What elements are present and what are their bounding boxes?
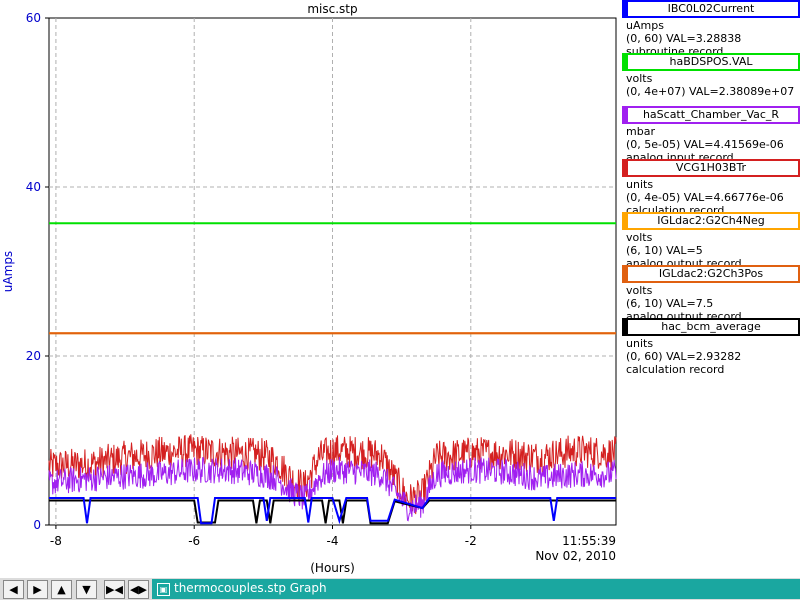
status-bar: ◀ ▶ ▲ ▼ ▶◀ ◀▶ ▣ thermocouples.stp Graph — [0, 578, 800, 600]
y-axis-label: uAmps — [1, 251, 15, 292]
x-tick-label: -4 — [327, 534, 339, 548]
legend-series-name[interactable]: IBC0L02Current — [622, 0, 800, 18]
legend-swatch — [624, 214, 628, 228]
legend-units: units — [626, 178, 654, 191]
scroll-right-button[interactable]: ▶ — [27, 580, 48, 599]
window-icon: ▣ — [157, 583, 170, 596]
legend-units: volts — [626, 72, 653, 85]
legend-entry[interactable]: haScatt_Chamber_Vac_Rmbar (0, 5e-05) VAL=… — [622, 106, 800, 164]
legend-swatch — [624, 161, 628, 175]
x-tick-label: -2 — [465, 534, 477, 548]
taskbar-window-tab[interactable]: ▣ thermocouples.stp Graph — [152, 579, 800, 599]
legend-swatch — [624, 267, 628, 281]
zoom-out-x-button[interactable]: ◀▶ — [128, 580, 149, 599]
x-tick-label: -8 — [50, 534, 62, 548]
legend-series-name[interactable]: haBDSPOS.VAL — [622, 53, 800, 71]
legend-entry[interactable]: IGLdac2:G2Ch3Pos volts (6, 10) VAL=7.5 anal… — [622, 265, 800, 323]
legend-entry[interactable]: haBDSPOS.VAL volts (0, 4e+07) VAL=2.38089e… — [622, 53, 800, 106]
legend-name: VCG1H03BTr — [675, 161, 747, 174]
y-tick-label: 20 — [26, 349, 41, 363]
legend-range: (6, 10) VAL=7.5 — [626, 297, 714, 310]
legend-units: uAmps — [626, 19, 664, 32]
legend-range: (0, 4e+07) VAL=2.38089e+07 — [626, 85, 795, 98]
legend-range: (0, 5e-05) VAL=4.41569e-06 — [626, 138, 784, 151]
legend-series-name[interactable]: VCG1H03BTr — [622, 159, 800, 177]
legend-units: mbar — [626, 125, 655, 138]
legend-range: (6, 10) VAL=5 — [626, 244, 703, 257]
y-tick-label: 0 — [33, 518, 41, 532]
legend-range: (0, 60) VAL=3.28838 — [626, 32, 742, 45]
legend-rtype: calculation record — [626, 363, 725, 376]
legend-entry[interactable]: IGLdac2:G2Ch4Neg volts (6, 10) VAL=5 analog… — [622, 212, 800, 270]
legend-units: volts — [626, 284, 653, 297]
legend-name: IGLdac2:G2Ch3Pos — [658, 267, 764, 280]
legend-name: haScatt_Chamber_Vac_R — [642, 108, 780, 121]
legend-swatch — [624, 320, 628, 334]
time-label: 11:55:39 — [562, 534, 616, 548]
legend-entry[interactable]: VCG1H03BTr units (0, 4e-05) VAL=4.66776e-0… — [622, 159, 800, 217]
legend-range: (0, 60) VAL=2.93282 — [626, 350, 742, 363]
legend-name: IGLdac2:G2Ch4Neg — [657, 214, 765, 227]
legend-name: haBDSPOS.VAL — [669, 55, 753, 68]
legend-entry[interactable]: IBC0L02Current uAmps (0, 60) VAL=3.28838 su… — [622, 0, 800, 58]
legend-series-name[interactable]: hac_bcm_average — [622, 318, 800, 336]
legend-units: units — [626, 337, 654, 350]
scroll-up-button[interactable]: ▲ — [51, 580, 72, 599]
legend-swatch — [624, 108, 628, 122]
legend-swatch — [624, 2, 628, 16]
legend-entry[interactable]: hac_bcm_averageunits (0, 60) VAL=2.93282 c… — [622, 318, 800, 376]
legend-name: hac_bcm_average — [661, 320, 761, 333]
legend-name: IBC0L02Current — [667, 2, 755, 15]
zoom-in-x-button[interactable]: ▶◀ — [104, 580, 125, 599]
legend-range: (0, 4e-05) VAL=4.66776e-06 — [626, 191, 784, 204]
scroll-down-button[interactable]: ▼ — [76, 580, 97, 599]
legend-units: volts — [626, 231, 653, 244]
legend-series-name[interactable]: IGLdac2:G2Ch3Pos — [622, 265, 800, 283]
window-title: thermocouples.stp Graph — [174, 581, 327, 595]
legend: IBC0L02Current uAmps (0, 60) VAL=3.28838 su… — [622, 0, 800, 376]
y-tick-label: 40 — [26, 180, 41, 194]
chart-title: misc.stp — [307, 2, 357, 16]
legend-series-name[interactable]: IGLdac2:G2Ch4Neg — [622, 212, 800, 230]
y-tick-label: 60 — [26, 11, 41, 25]
date-label: Nov 02, 2010 — [535, 549, 616, 563]
x-tick-label: -6 — [188, 534, 200, 548]
legend-series-name[interactable]: haScatt_Chamber_Vac_R — [622, 106, 800, 124]
scroll-left-button[interactable]: ◀ — [3, 580, 24, 599]
x-axis-label: (Hours) — [310, 561, 355, 575]
legend-swatch — [624, 55, 628, 69]
